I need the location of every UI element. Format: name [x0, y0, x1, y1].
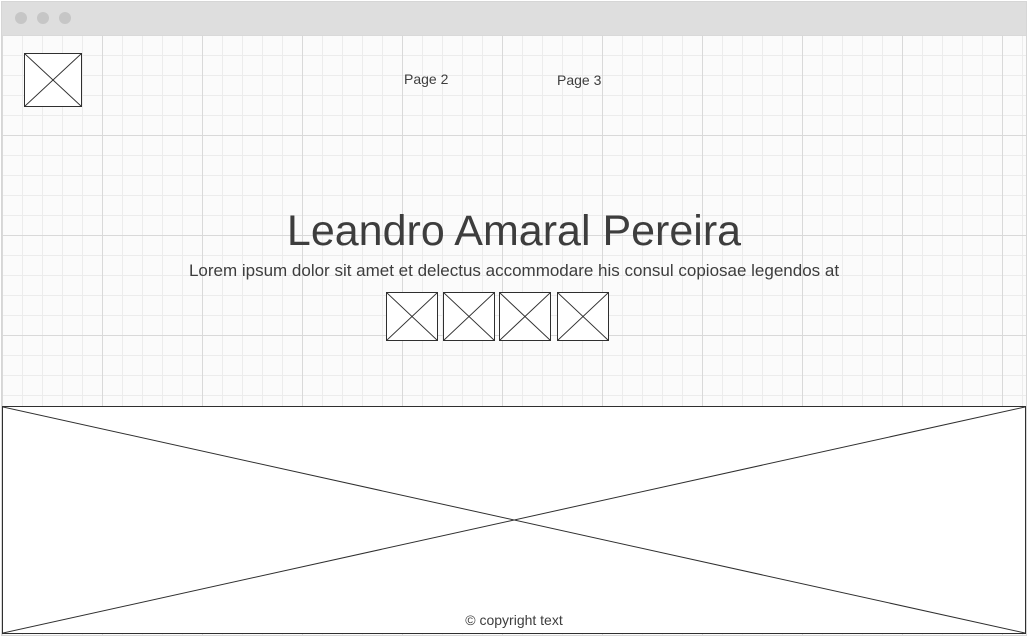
- close-window-button[interactable]: [15, 12, 27, 24]
- maximize-window-button[interactable]: [59, 12, 71, 24]
- social-image-placeholder-icon[interactable]: [499, 292, 551, 341]
- window-titlebar: [2, 2, 1026, 35]
- footer-copyright: © copyright text: [465, 612, 563, 628]
- banner-image-placeholder-icon: [2, 406, 1026, 634]
- nav-link-page-2[interactable]: Page 2: [404, 71, 448, 87]
- nav-link-page-3[interactable]: Page 3: [557, 72, 601, 88]
- minimize-window-button[interactable]: [37, 12, 49, 24]
- social-image-placeholder-icon[interactable]: [386, 292, 438, 341]
- social-image-placeholder-icon[interactable]: [557, 292, 609, 341]
- logo-image-placeholder-icon[interactable]: [24, 53, 82, 107]
- social-image-placeholder-icon[interactable]: [443, 292, 495, 341]
- hero-title: Leandro Amaral Pereira: [286, 207, 742, 255]
- hero-subtitle: Lorem ipsum dolor sit amet et delectus a…: [188, 261, 840, 280]
